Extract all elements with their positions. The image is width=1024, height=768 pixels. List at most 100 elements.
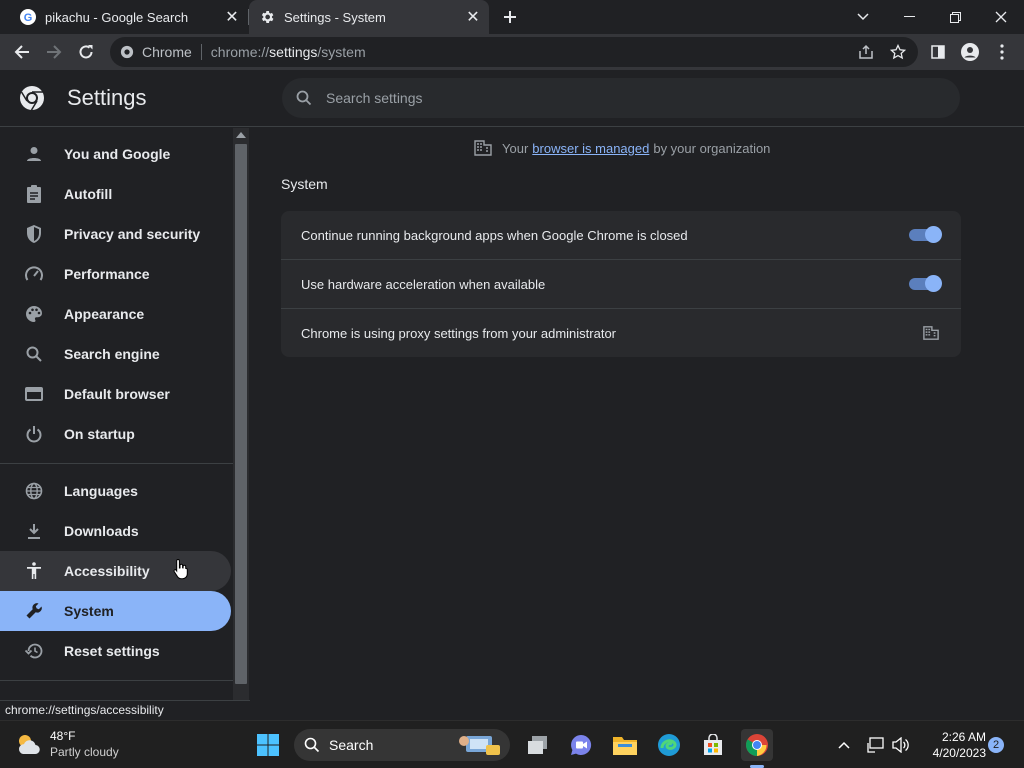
task-view-button[interactable] — [522, 729, 554, 761]
setting-row-proxy[interactable]: Chrome is using proxy settings from your… — [281, 308, 961, 357]
sidebar-item-label: Appearance — [64, 306, 145, 322]
setting-row-background-apps[interactable]: Continue running background apps when Go… — [281, 211, 961, 260]
forward-button[interactable] — [40, 38, 68, 66]
minimize-button[interactable] — [886, 0, 932, 34]
google-g-icon: G — [20, 9, 36, 25]
site-label: Chrome — [142, 44, 192, 60]
clock-date: 4/20/2023 — [932, 746, 986, 760]
new-tab-button[interactable] — [498, 5, 522, 29]
search-input[interactable] — [326, 90, 926, 106]
arrow-left-icon — [14, 45, 29, 59]
sidebar-item-accessibility[interactable]: Accessibility — [0, 551, 231, 591]
sidebar-item-search-engine[interactable]: Search engine — [0, 334, 231, 374]
background-apps-toggle[interactable] — [909, 226, 942, 243]
search-icon — [304, 737, 320, 753]
wrench-icon — [24, 601, 44, 621]
sidebar-item-on-startup[interactable]: On startup — [0, 414, 231, 454]
side-panel-icon — [931, 45, 945, 59]
close-tab-icon[interactable]: ✕ — [463, 7, 483, 27]
hardware-acceleration-toggle[interactable] — [909, 275, 942, 292]
profile-button[interactable] — [956, 38, 984, 66]
setting-label: Continue running background apps when Go… — [301, 228, 688, 243]
settings-search[interactable] — [282, 78, 960, 118]
chrome-icon — [120, 45, 134, 59]
volume-icon[interactable] — [891, 729, 911, 761]
sidebar-item-label: Reset settings — [64, 643, 160, 659]
share-icon[interactable] — [852, 37, 880, 67]
task-view-icon — [528, 736, 547, 754]
taskbar-search[interactable]: Search — [294, 729, 510, 761]
chrome-taskbar-button[interactable] — [741, 729, 773, 761]
clipboard-icon — [24, 184, 44, 204]
file-explorer-button[interactable] — [609, 729, 641, 761]
sidebar-item-downloads[interactable]: Downloads — [0, 511, 231, 551]
accessibility-icon — [24, 561, 44, 581]
person-icon — [24, 144, 44, 164]
sidebar-item-label: Performance — [64, 266, 150, 282]
section-title: System — [281, 176, 328, 192]
sidebar-item-privacy-and-security[interactable]: Privacy and security — [0, 214, 231, 254]
tab-title: pikachu - Google Search — [45, 9, 189, 25]
tab-google-search[interactable]: G pikachu - Google Search ✕ — [0, 0, 248, 34]
sidebar-item-label: Downloads — [64, 523, 139, 539]
browser-managed-link[interactable]: browser is managed — [532, 141, 649, 156]
side-panel-button[interactable] — [924, 38, 952, 66]
sidebar-item-you-and-google[interactable]: You and Google — [0, 134, 231, 174]
sidebar-scrollbar[interactable] — [233, 128, 249, 720]
sidebar-item-reset-settings[interactable]: Reset settings — [0, 631, 231, 671]
status-url: chrome://settings/accessibility — [0, 700, 250, 720]
sidebar-item-label: Default browser — [64, 386, 170, 402]
sidebar-item-label: System — [64, 603, 114, 619]
tab-settings-system[interactable]: Settings - System ✕ — [249, 0, 489, 34]
settings-sidebar: You and Google Autofill Privacy and secu… — [0, 128, 233, 720]
bookmark-star-icon[interactable] — [884, 37, 912, 67]
sidebar-item-label: On startup — [64, 426, 135, 442]
setting-row-hardware-acceleration[interactable]: Use hardware acceleration when available — [281, 259, 961, 308]
gear-icon — [259, 9, 275, 25]
sidebar-item-default-browser[interactable]: Default browser — [0, 374, 231, 414]
weather-condition: Partly cloudy — [50, 745, 119, 759]
chat-icon — [571, 734, 592, 755]
show-hidden-icons-button[interactable] — [834, 729, 854, 761]
taskbar-search-label: Search — [329, 737, 374, 753]
teams-chat-button[interactable] — [565, 729, 597, 761]
address-bar[interactable]: Chrome chrome://settings/system — [110, 37, 918, 67]
store-icon — [704, 734, 722, 755]
menu-button[interactable] — [988, 38, 1016, 66]
weather-widget[interactable]: 48°F Partly cloudy — [16, 728, 119, 760]
scroll-up-arrow[interactable] — [236, 132, 246, 138]
restore-button[interactable] — [932, 0, 978, 34]
close-tab-icon[interactable]: ✕ — [222, 7, 242, 27]
setting-label: Use hardware acceleration when available — [301, 276, 546, 292]
sidebar-divider — [0, 463, 233, 464]
sidebar-item-performance[interactable]: Performance — [0, 254, 231, 294]
network-icon[interactable] — [866, 729, 886, 761]
browser-window-icon — [24, 384, 44, 404]
start-button[interactable] — [252, 729, 284, 761]
building-icon — [923, 325, 939, 341]
scroll-thumb[interactable] — [235, 144, 247, 684]
sidebar-item-label: You and Google — [64, 146, 171, 162]
back-button[interactable] — [8, 38, 36, 66]
sidebar-item-system[interactable]: System — [0, 591, 231, 631]
windows-icon — [257, 734, 279, 756]
close-window-button[interactable] — [978, 0, 1024, 34]
search-icon — [24, 344, 44, 364]
plus-icon — [504, 11, 516, 23]
sidebar-item-appearance[interactable]: Appearance — [0, 294, 231, 334]
system-clock[interactable]: 2:26 AM 4/20/2023 — [920, 729, 986, 761]
globe-icon — [24, 481, 44, 501]
chevron-up-icon — [838, 741, 850, 749]
tab-search-button[interactable] — [840, 0, 886, 34]
notification-badge[interactable]: 2 — [988, 737, 1004, 753]
chrome-icon — [746, 734, 768, 756]
sidebar-item-label: Languages — [64, 483, 138, 499]
reload-button[interactable] — [72, 38, 100, 66]
hand-cursor-icon — [173, 558, 189, 580]
sidebar-item-languages[interactable]: Languages — [0, 471, 231, 511]
store-button[interactable] — [697, 729, 729, 761]
settings-header: Settings — [0, 70, 1024, 127]
site-info-chip[interactable]: Chrome — [110, 44, 192, 60]
edge-browser-button[interactable] — [653, 729, 685, 761]
sidebar-item-autofill[interactable]: Autofill — [0, 174, 231, 214]
